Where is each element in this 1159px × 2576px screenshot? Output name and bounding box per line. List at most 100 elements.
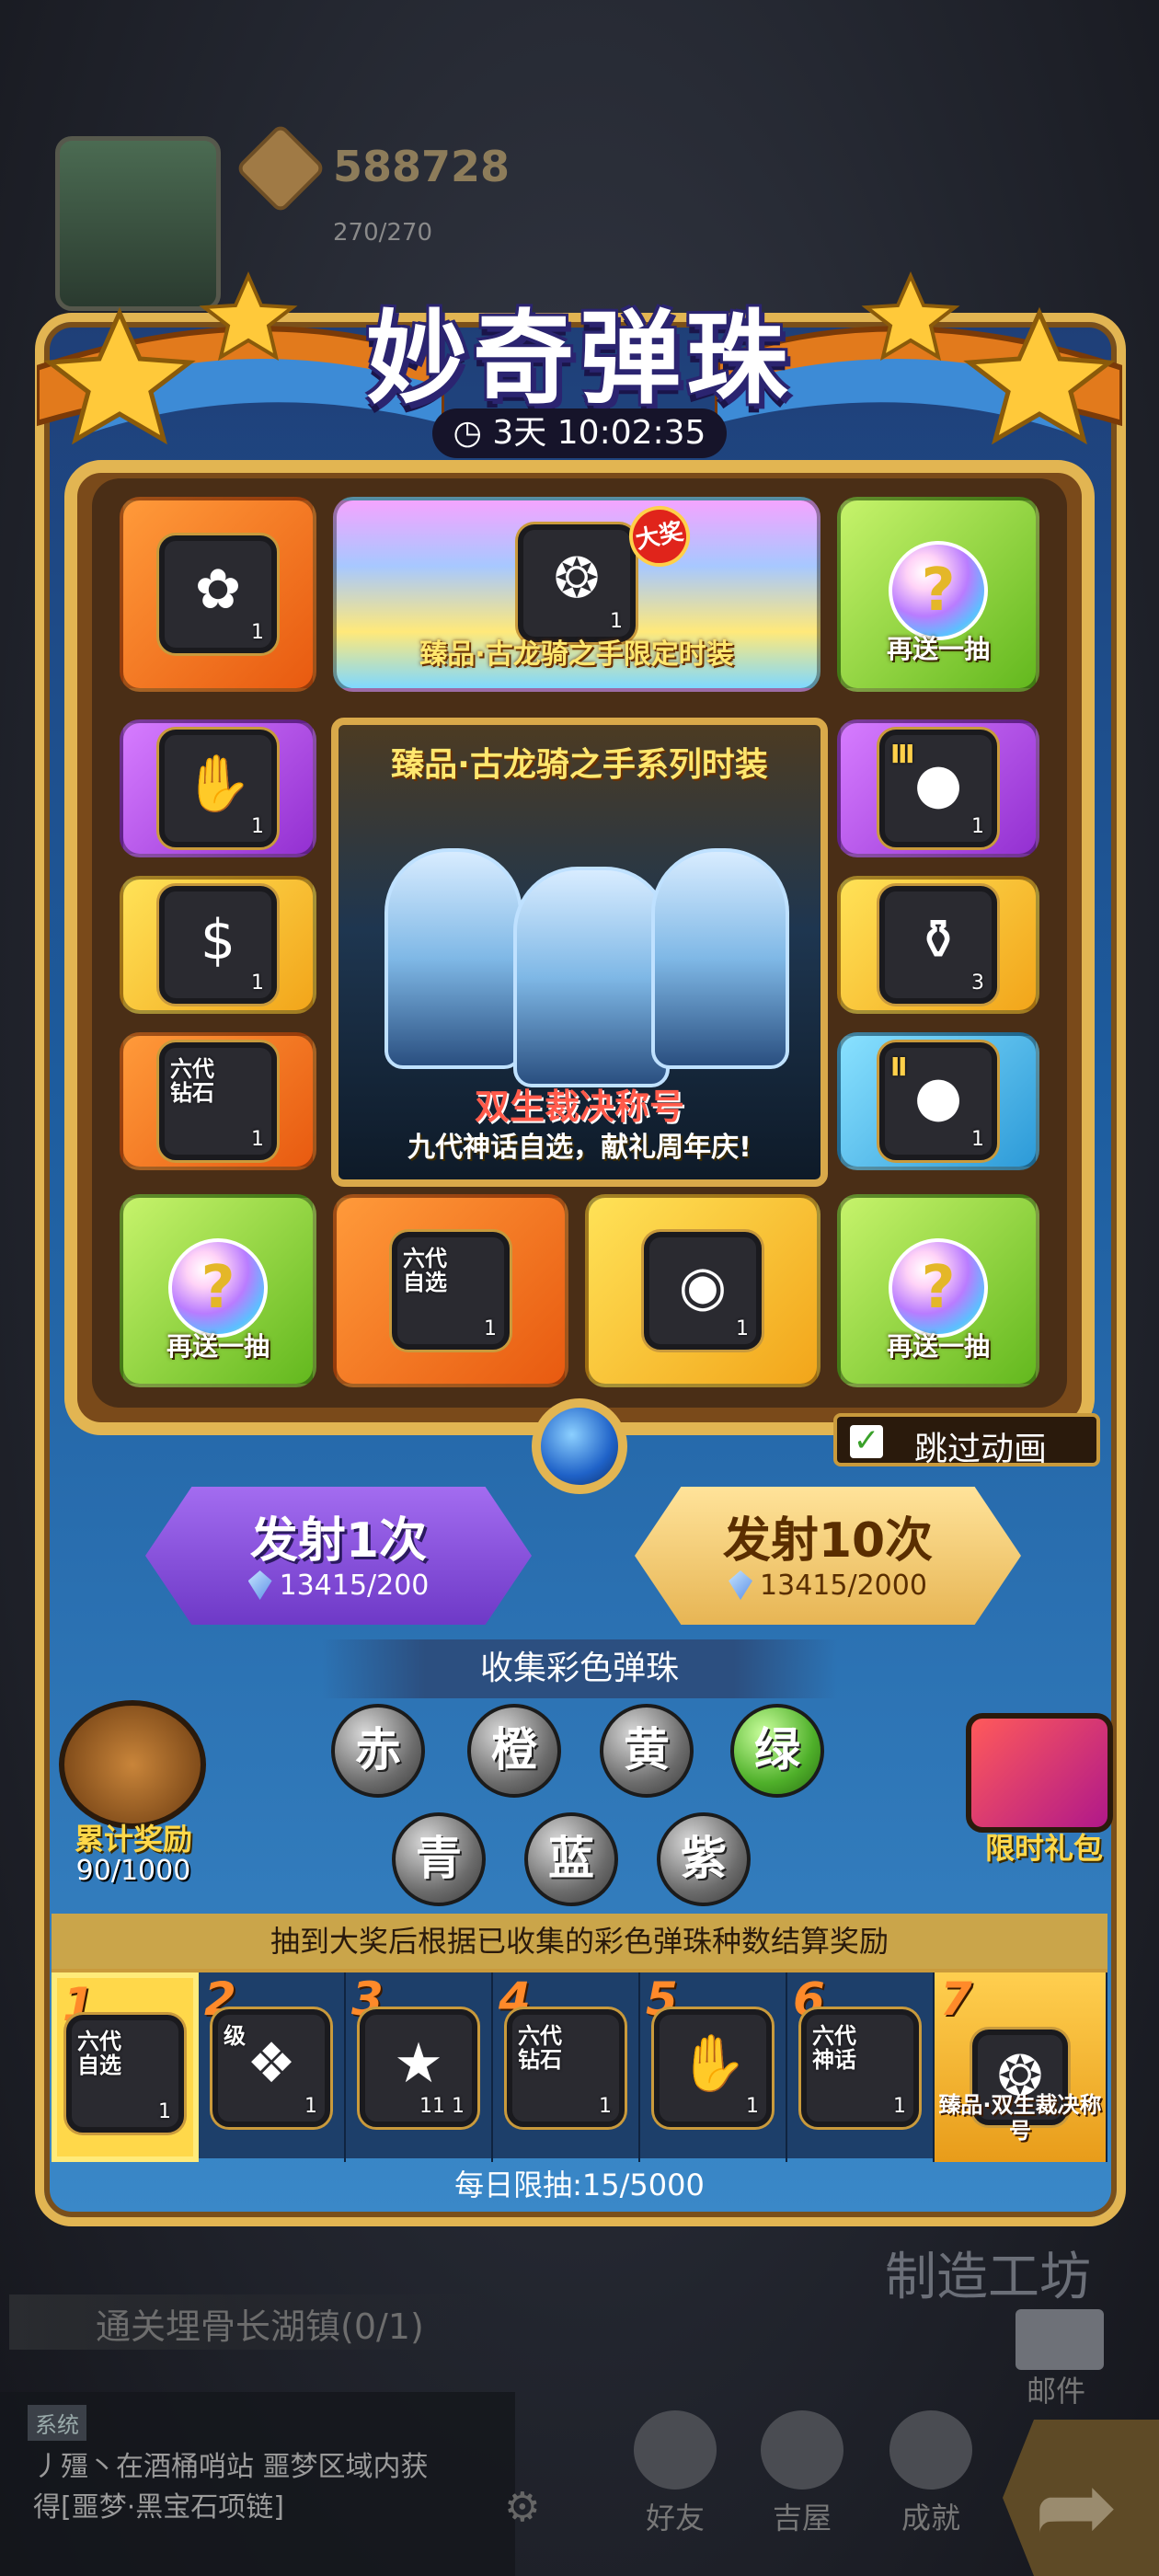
nav-achievements[interactable]: 成就 bbox=[876, 2410, 986, 2536]
friends-icon bbox=[634, 2410, 717, 2490]
reward-item[interactable]: 六代 自选 1 bbox=[392, 1232, 510, 1350]
reward-item[interactable]: 六代 钻石 1 bbox=[159, 1042, 277, 1160]
launch-once-button[interactable]: 发射1次 13415/200 bbox=[145, 1487, 532, 1625]
reward-item: 六代 钻石 1 bbox=[507, 2009, 625, 2127]
coin-count: 588728 bbox=[333, 142, 511, 191]
reward-item: ★ 11 1 bbox=[360, 2009, 477, 2127]
gear-icon[interactable]: ⚙ bbox=[504, 2484, 540, 2531]
orb-red: 赤 bbox=[331, 1704, 425, 1798]
hero-figure bbox=[384, 848, 522, 1069]
reward-item[interactable]: ✿ 1 bbox=[159, 535, 277, 653]
tile-right-1: Ⅲ ● 1 bbox=[837, 719, 1039, 857]
money-bag-icon: $ bbox=[200, 908, 236, 972]
skip-animation-toggle[interactable]: ✓ 跳过动画 bbox=[833, 1413, 1100, 1468]
track-slot[interactable]: 3 ★ 11 1 bbox=[346, 1972, 493, 2162]
pouch-icon: ● bbox=[913, 1064, 963, 1129]
tile-left-3: 六代 钻石 1 bbox=[120, 1032, 316, 1170]
cumulative-reward-label[interactable]: 累计奖励 bbox=[46, 1816, 221, 1858]
nav-friends[interactable]: 好友 bbox=[620, 2410, 730, 2536]
chat-channel-tag: 系统 bbox=[28, 2405, 86, 2441]
grand-prize-label: 臻品·古龙骑之手限定时装 bbox=[419, 638, 734, 671]
reward-item[interactable]: Ⅲ ● 1 bbox=[879, 730, 997, 847]
tile-left-1: ✋ 1 bbox=[120, 719, 316, 857]
reward-track-note: 抽到大奖后根据已收集的彩色弹珠种数结算奖励 bbox=[52, 1914, 1107, 1969]
house-icon bbox=[761, 2410, 843, 2490]
mail-icon[interactable] bbox=[1016, 2309, 1104, 2370]
energy-count: 270/270 bbox=[333, 219, 433, 247]
gauntlet-icon: ✋ bbox=[183, 752, 253, 816]
treasure-chest-icon[interactable] bbox=[59, 1700, 206, 1829]
track-slot[interactable]: 6 六代 神话 1 bbox=[787, 1972, 935, 2162]
track-slot[interactable]: 4 六代 钻石 1 bbox=[493, 1972, 640, 2162]
orb-purple: 紫 bbox=[657, 1812, 751, 1906]
bonus-draw-label: 再送一抽 bbox=[886, 634, 990, 664]
showcase-title: 臻品·古龙骑之手系列时装 bbox=[391, 746, 768, 784]
orb-yellow: 黄 bbox=[600, 1704, 694, 1798]
launch-ten-label: 发射10次 bbox=[722, 1513, 934, 1569]
reward-item[interactable]: ⚱ 3 bbox=[879, 886, 997, 1004]
track-slot-final[interactable]: 7 ❂ 1 臻品·双生裁决称号 bbox=[935, 1972, 1107, 2162]
showcase-subline: 九代神话自选，献礼周年庆! bbox=[407, 1132, 752, 1164]
gauntlet-icon: ✋ bbox=[678, 2031, 748, 2096]
question-orb-icon: ? bbox=[168, 1238, 268, 1338]
timer-text: 3天 10:02:35 bbox=[492, 414, 706, 452]
track-slot[interactable]: 2 级 ❖ 1 bbox=[199, 1972, 346, 2162]
orb-token-icon: ◉ bbox=[678, 1254, 728, 1318]
reward-track: 1 六代 自选 1 2 级 ❖ 1 3 ★ 11 1 4 六代 钻石 1 5 ✋ 1 6 六代神… bbox=[52, 1969, 1107, 2162]
launch-once-cost: 13415/200 bbox=[145, 1570, 532, 1602]
reward-item: 六代 神话 1 bbox=[801, 2009, 919, 2127]
hero-figure bbox=[513, 867, 670, 1087]
reward-item[interactable]: ✋ 1 bbox=[159, 730, 277, 847]
tile-left-2: $1 bbox=[120, 876, 316, 1014]
clock-icon: ◷ bbox=[453, 414, 493, 452]
flower-icon: ✿ bbox=[194, 558, 242, 622]
question-orb-icon: ? bbox=[889, 1238, 988, 1338]
orb-cyan: 青 bbox=[392, 1812, 486, 1906]
bonus-draw-label: 再送一抽 bbox=[166, 1331, 270, 1362]
tile-bonus-draw: ? 再送一抽 bbox=[837, 497, 1039, 692]
bonus-draw[interactable]: ? 再送一抽 bbox=[841, 541, 1036, 666]
orb-green: 绿 bbox=[730, 1704, 824, 1798]
reward-item: ✋ 1 bbox=[654, 2009, 772, 2127]
tile-bonus-draw: ? 再送一抽 bbox=[837, 1194, 1039, 1387]
urn-icon: ⚱ bbox=[914, 908, 962, 972]
showcase-headline: 双生裁决称号 bbox=[474, 1087, 684, 1127]
beast-icon: ❖ bbox=[247, 2031, 296, 2096]
grand-prize-item[interactable]: ❂ 1 bbox=[518, 524, 636, 642]
mail-label[interactable]: 邮件 bbox=[1027, 2368, 1085, 2410]
reward-item[interactable]: $1 bbox=[159, 886, 277, 1004]
collect-title: 收集彩色弹珠 bbox=[322, 1639, 837, 1698]
nav-house[interactable]: 吉屋 bbox=[747, 2410, 857, 2536]
question-orb-icon: ? bbox=[889, 541, 988, 640]
bonus-draw-label: 再送一抽 bbox=[886, 1331, 990, 1362]
cumulative-reward-progress: 90/1000 bbox=[75, 1855, 191, 1887]
tile-bonus-draw: ? 再送一抽 bbox=[120, 1194, 316, 1387]
gift-box-icon[interactable] bbox=[966, 1713, 1113, 1833]
event-title: 妙奇弹珠 bbox=[366, 300, 793, 418]
item-label: 六代 钻石 bbox=[170, 1056, 214, 1106]
crystal-icon bbox=[247, 1570, 272, 1600]
trophy-icon bbox=[889, 2410, 972, 2490]
track-slot[interactable]: 5 ✋ 1 bbox=[640, 1972, 787, 2162]
marble-launcher bbox=[532, 1398, 627, 1494]
orb-orange: 橙 bbox=[467, 1704, 561, 1798]
tile-right-2: ⚱ 3 bbox=[837, 876, 1039, 1014]
reward-item[interactable]: Ⅱ ● 1 bbox=[879, 1042, 997, 1160]
final-reward-caption: 臻品·双生裁决称号 bbox=[938, 2092, 1102, 2144]
costume-showcase[interactable]: 臻品·古龙骑之手系列时装 双生裁决称号 九代神话自选，献礼周年庆! bbox=[331, 718, 828, 1187]
bonus-draw[interactable]: ? 再送一抽 bbox=[123, 1238, 313, 1363]
crystal-icon bbox=[729, 1570, 753, 1600]
track-slot[interactable]: 1 六代 自选 1 bbox=[52, 1972, 199, 2162]
craft-workshop[interactable]: 制造工坊 bbox=[885, 2236, 1091, 2310]
star-ticket-icon: ★ bbox=[394, 2031, 443, 2096]
launch-ten-button[interactable]: 发射10次 13415/2000 bbox=[635, 1487, 1021, 1625]
chat-message: 得[噩梦·黑宝石项链] bbox=[33, 2491, 284, 2524]
event-timer: ◷ 3天 10:02:35 bbox=[432, 408, 727, 458]
share-arrow-icon: ➦ bbox=[1034, 2447, 1119, 2565]
tile-right-3: Ⅱ ● 1 bbox=[837, 1032, 1039, 1170]
bonus-draw[interactable]: ? 再送一抽 bbox=[841, 1238, 1036, 1363]
reward-item[interactable]: ◉ 1 bbox=[644, 1232, 762, 1350]
limited-gift-pack-label[interactable]: 限时礼包 bbox=[957, 1825, 1131, 1868]
hero-figure bbox=[651, 848, 789, 1069]
checkbox-icon[interactable]: ✓ bbox=[850, 1425, 883, 1458]
